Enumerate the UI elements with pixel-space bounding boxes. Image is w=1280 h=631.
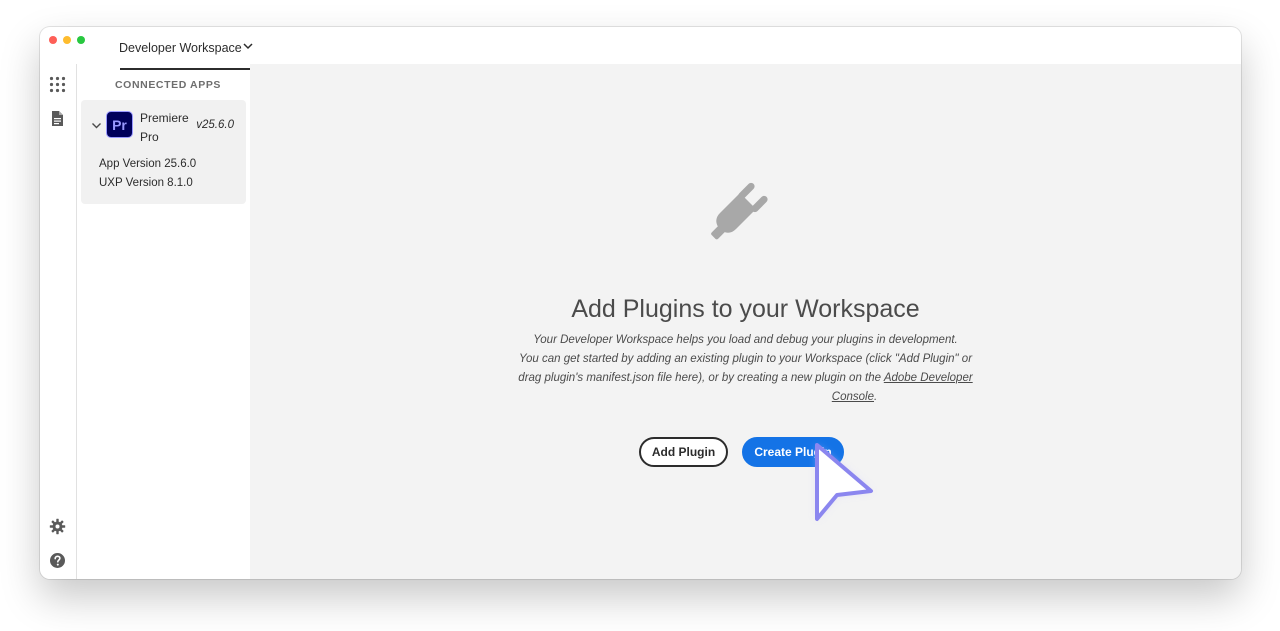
app-card-premiere-pro[interactable]: Pr Premiere Pro v25.6.0 App Version 25.6… <box>81 100 246 204</box>
help-icon[interactable] <box>49 552 66 569</box>
app-version-badge: v25.6.0 <box>196 119 234 131</box>
adobe-developer-console-link[interactable]: Adobe Developer <box>884 372 973 384</box>
adobe-developer-console-link-cont[interactable]: Console <box>832 391 874 403</box>
app-name: Premiere Pro <box>140 111 189 144</box>
connected-apps-heading: CONNECTED APPS <box>115 79 222 91</box>
apps-grid-icon[interactable] <box>49 76 66 93</box>
empty-state-title: Add Plugins to your Workspace <box>571 295 920 323</box>
workspace-main[interactable]: Add Plugins to your Workspace Your Devel… <box>250 64 1241 579</box>
desc-line-3-text: drag plugin's manifest.json file here), … <box>518 372 884 384</box>
minimize-window-button[interactable] <box>63 36 71 44</box>
chevron-down-icon[interactable] <box>242 40 254 52</box>
close-window-button[interactable] <box>49 36 57 44</box>
desc-line-4: Console. <box>250 388 1241 407</box>
document-icon[interactable] <box>49 110 66 127</box>
desc-end: . <box>874 391 878 403</box>
desc-line-3: drag plugin's manifest.json file here), … <box>250 369 1241 388</box>
uxp-version-detail: UXP Version 8.1.0 <box>99 177 193 189</box>
empty-state-description: Your Developer Workspace helps you load … <box>250 331 1241 407</box>
create-plugin-button[interactable]: Create Plugin <box>742 437 844 467</box>
zoom-window-button[interactable] <box>77 36 85 44</box>
chevron-down-icon[interactable] <box>91 120 102 131</box>
desc-line-1: Your Developer Workspace helps you load … <box>533 334 958 346</box>
desc-line-2: You can get started by adding an existin… <box>518 353 973 365</box>
premiere-pro-logo: Pr <box>106 111 133 138</box>
app-version-detail: App Version 25.6.0 <box>99 158 197 170</box>
icon-rail <box>40 64 77 579</box>
workspace-tab-label: Developer Workspace <box>119 40 242 55</box>
connected-apps-panel: CONNECTED APPS Pr Premiere Pro v25.6.0 A… <box>77 64 250 579</box>
plug-icon <box>711 182 768 240</box>
add-plugin-button[interactable]: Add Plugin <box>639 437 728 467</box>
app-window: CONNECTED APPS Pr Premiere Pro v25.6.0 A… <box>40 27 1241 579</box>
workspace-tab[interactable]: Developer Workspace <box>119 27 254 70</box>
gear-icon[interactable] <box>49 518 66 535</box>
